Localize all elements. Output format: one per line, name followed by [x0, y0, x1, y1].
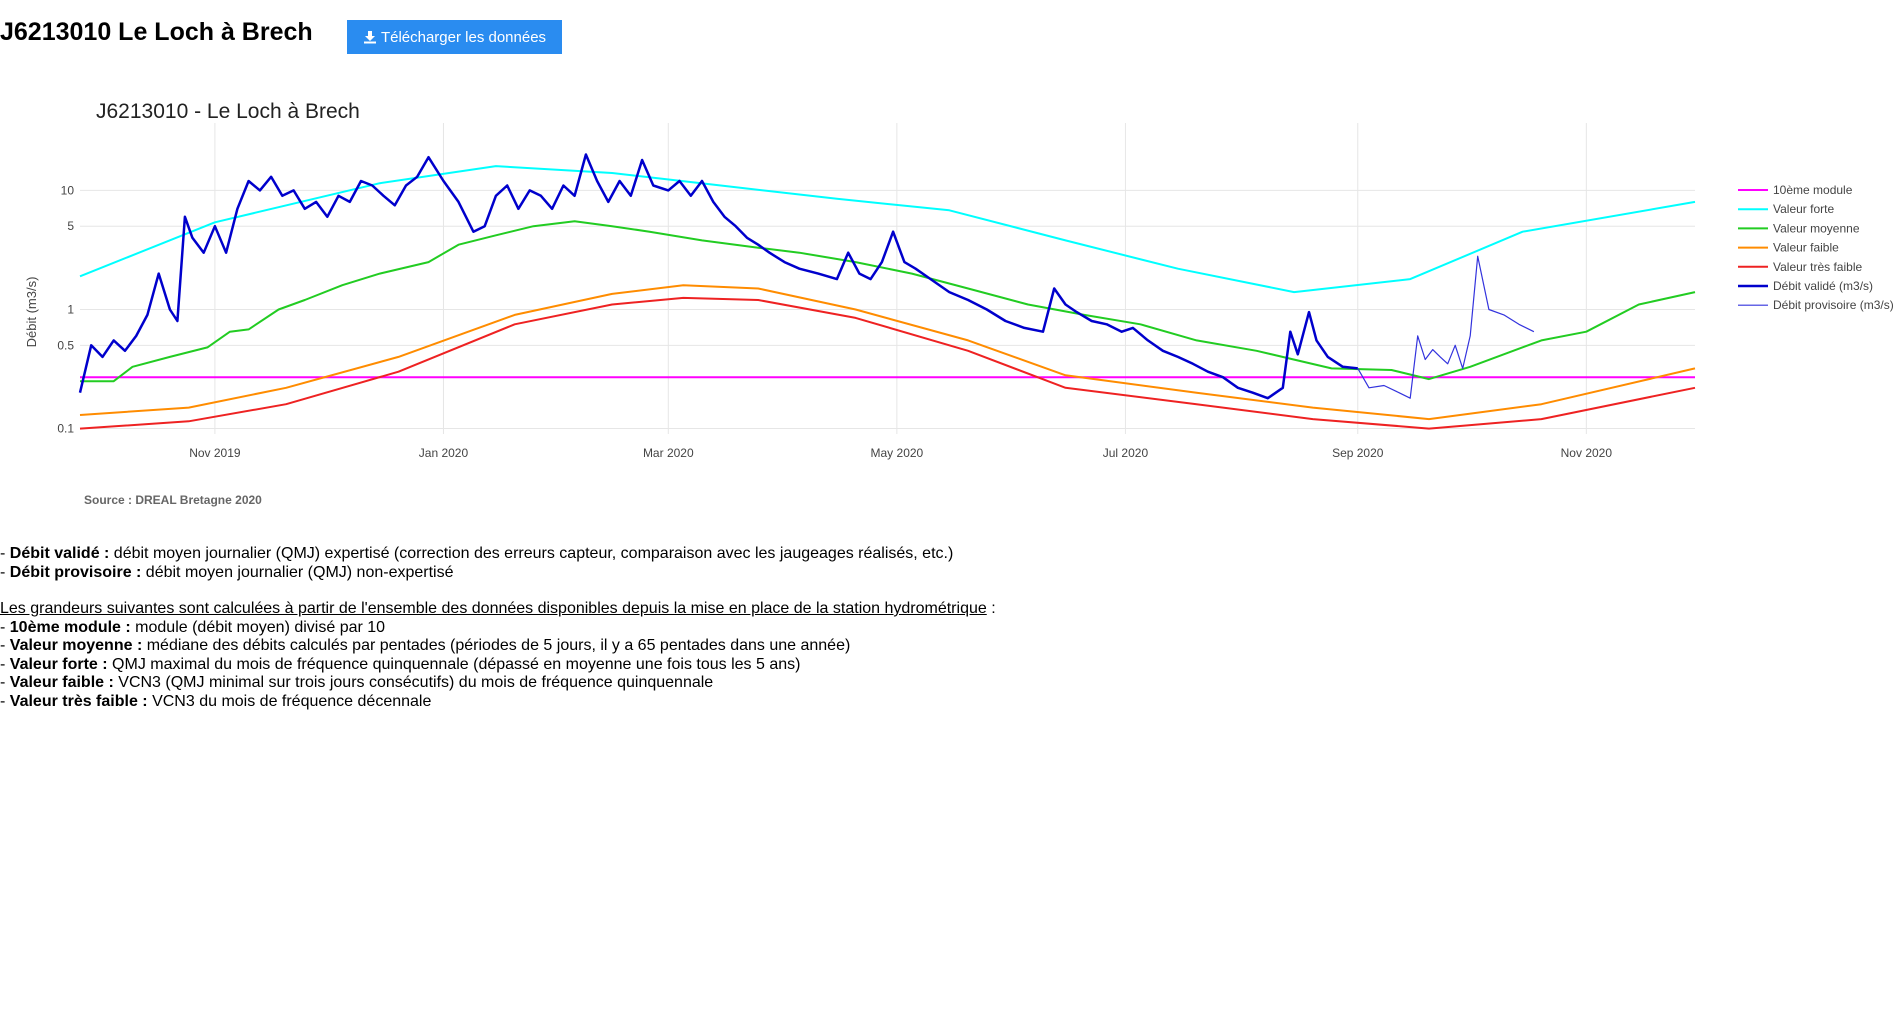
- note-validated: - Débit validé : débit moyen journalier …: [0, 545, 954, 562]
- chart-legend: 10ème module Valeur forte Valeur moyenne Va…: [1738, 183, 1894, 312]
- y-tick-label: 10: [61, 183, 75, 197]
- chart-title: J6213010 - Le Loch à Brech: [96, 100, 360, 123]
- y-tick-label: 0.1: [57, 422, 74, 436]
- note-provisional: - Débit provisoire : débit moyen journal…: [0, 563, 454, 581]
- note-tresfaible: - Valeur très faible : VCN3 du mois de f…: [0, 692, 432, 710]
- x-tick-label: Jul 2020: [1103, 446, 1149, 460]
- x-tick-label: Jan 2020: [419, 446, 469, 460]
- chart-source: Source : DREAL Bretagne 2020: [84, 493, 262, 507]
- notes-section: - Débit validé : débit moyen journalier …: [0, 545, 1100, 711]
- y-axis: 0.1 0.5 1 5 10: [57, 183, 74, 435]
- chart-grid: [80, 123, 1695, 434]
- note-module: - 10ème module : module (débit moyen) di…: [0, 618, 386, 636]
- x-axis: Nov 2019 Jan 2020 Mar 2020 May 2020 Jul 2020…: [189, 446, 1612, 460]
- series-line: [78, 153, 1358, 400]
- legend-label: Débit provisoire (m3/s): [1773, 298, 1894, 312]
- note-moyenne: - Valeur moyenne : médiane des débits ca…: [0, 637, 851, 654]
- x-tick-label: Mar 2020: [643, 446, 694, 460]
- download-label: Télécharger les données: [380, 28, 547, 46]
- x-tick-label: Sep 2020: [1332, 446, 1384, 460]
- legend-label: 10ème module: [1773, 183, 1853, 197]
- chart-series: [78, 153, 1696, 430]
- note-faible: - Valeur faible : VCN3 (QMJ minimal sur …: [0, 674, 714, 691]
- x-tick-label: Nov 2019: [189, 446, 241, 460]
- legend-label: Valeur forte: [1773, 202, 1834, 216]
- y-tick-label: 5: [67, 219, 74, 233]
- note-intro: Les grandeurs suivantes sont calculées à…: [0, 600, 996, 617]
- download-icon: [363, 30, 377, 44]
- legend-label: Valeur moyenne: [1773, 221, 1860, 235]
- legend-label: Débit validé (m3/s): [1773, 279, 1873, 293]
- y-axis-label: Débit (m3/s): [24, 277, 39, 348]
- series-line: [79, 165, 1696, 294]
- x-tick-label: Nov 2020: [1561, 446, 1613, 460]
- y-tick-label: 0.5: [57, 338, 74, 352]
- legend-label: Valeur faible: [1773, 241, 1839, 255]
- legend-label: Valeur très faible: [1773, 260, 1862, 274]
- page-title: J6213010 Le Loch à Brech: [0, 18, 313, 46]
- y-tick-label: 1: [67, 302, 74, 316]
- download-data-button[interactable]: Télécharger les données: [347, 20, 562, 54]
- flow-chart: J6213010 - Le Loch à Brech 0.1 0.5 1 5 10 No…: [24, 100, 1894, 507]
- note-forte: - Valeur forte : QMJ maximal du mois de …: [0, 655, 801, 673]
- x-tick-label: May 2020: [871, 446, 924, 460]
